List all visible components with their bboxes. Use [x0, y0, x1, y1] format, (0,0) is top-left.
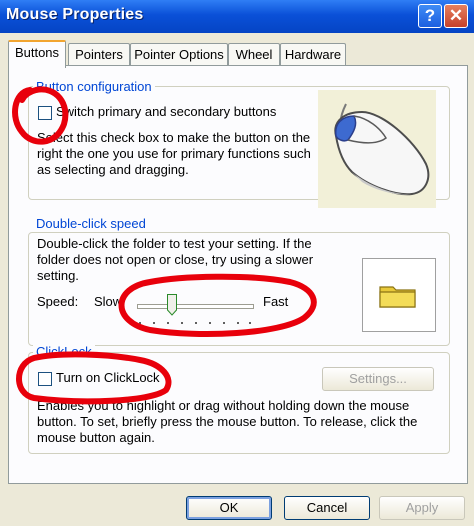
mouse-properties-window: Mouse Properties ? ✕ Buttons Pointers Po…	[0, 0, 474, 526]
annotation-layer	[12, 86, 317, 405]
tab-buttons[interactable]: Buttons	[8, 40, 66, 68]
annotation-circle-clicklock	[16, 351, 172, 405]
annotation-circle-speed	[118, 273, 317, 337]
annotation-circle-switch	[12, 86, 69, 145]
